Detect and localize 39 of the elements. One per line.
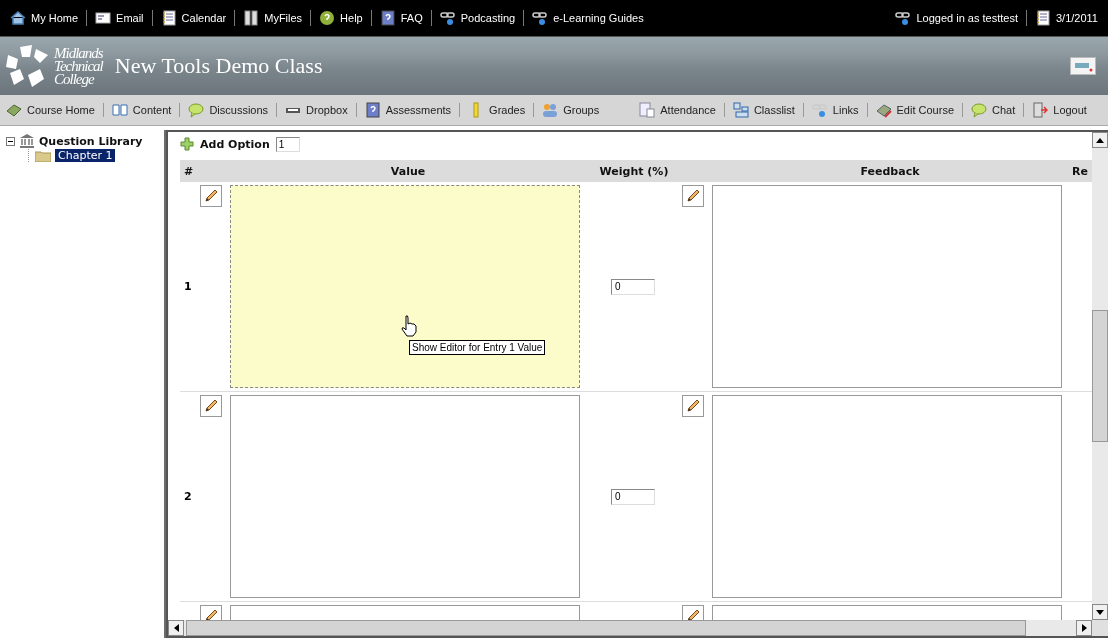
course-nav-link[interactable]: Classlist	[732, 102, 795, 118]
top-nav-link[interactable]: FAQ	[379, 10, 423, 26]
column-header: Re	[1071, 163, 1089, 180]
top-nav-link[interactable]: e-Learning Guides	[532, 10, 644, 26]
course-nav-link[interactable]: Content	[111, 102, 172, 118]
logged-in-status: Logged in as testtest	[916, 12, 1018, 24]
course-title: New Tools Demo Class	[114, 53, 324, 79]
course-nav-link[interactable]: Groups	[542, 102, 600, 118]
course-nav-link[interactable]: Links	[811, 102, 859, 118]
course-nav-link[interactable]: Course Home	[6, 102, 95, 118]
column-header: Weight (%)	[598, 163, 670, 180]
course-nav-link[interactable]: Discussions	[188, 102, 269, 118]
course-nav-link[interactable]: Chat	[971, 102, 1016, 118]
row-number: 2	[184, 490, 192, 503]
course-nav-link[interactable]: Assessments	[364, 102, 452, 118]
row-number: 1	[184, 280, 192, 293]
college-logo-text: Midlands Technical College	[54, 46, 103, 86]
top-nav-link[interactable]: Help	[319, 10, 363, 26]
course-nav-link[interactable]: Attendance	[639, 102, 716, 118]
column-header: #	[183, 163, 195, 180]
add-option-link[interactable]: Add Option	[200, 137, 270, 151]
current-date: 3/1/2011	[1056, 12, 1098, 24]
top-nav-link[interactable]: Calendar	[160, 10, 227, 26]
course-nav-link[interactable]: Grades	[468, 102, 526, 118]
course-nav-link[interactable]: Dropbox	[285, 102, 348, 118]
weight-field[interactable]: 0	[611, 488, 655, 505]
top-nav-link[interactable]: Email	[95, 10, 144, 26]
top-nav-link[interactable]: My Home	[10, 10, 79, 26]
tree-root-label[interactable]: Question Library	[39, 134, 143, 148]
top-nav-link[interactable]: MyFiles	[243, 10, 303, 26]
weight-field[interactable]: 0	[611, 278, 655, 295]
course-nav-link[interactable]: Logout	[1032, 102, 1087, 118]
tooltip: Show Editor for Entry 1 Value	[409, 340, 546, 355]
option-count-field[interactable]: 1	[275, 136, 300, 152]
course-nav-link[interactable]: Edit Course	[875, 102, 954, 118]
top-nav-link[interactable]: Podcasting	[439, 10, 516, 26]
column-header: Feedback	[859, 163, 921, 180]
tree-item[interactable]: Chapter 1	[55, 149, 116, 162]
column-header: Value	[389, 163, 427, 180]
